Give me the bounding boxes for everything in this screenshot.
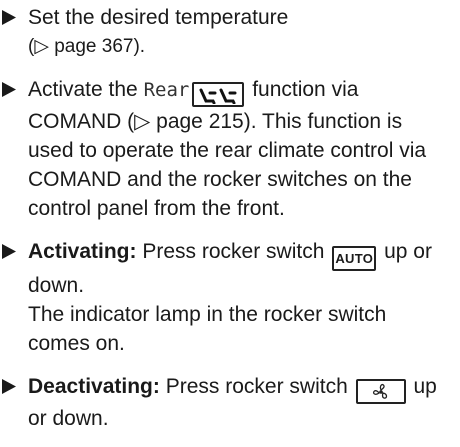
step-text-line: used to operate the rear climate control… [28,139,427,162]
step-heading: Deactivating: [28,375,160,398]
step-text: Press rocker switch [142,240,325,263]
fan-key [355,379,406,404]
rear-seats-icon [199,88,237,104]
result-text-line: comes on. [28,332,125,355]
step-text-line: COMAND (▷ page 215). This function is [28,110,403,133]
step-text: up or [384,240,432,263]
step-text-line: Activating: Press rocker switch AUTO up … [28,237,460,271]
step-text-line: Set the desired temperature [28,6,289,29]
step-text: Activate the [28,78,138,101]
step-text-line: down. [28,274,85,297]
auto-key: AUTO [332,246,377,271]
result-text-line: The indicator lamp in the rocker switch [28,303,387,326]
fan-icon [372,384,387,400]
step-text-line: control panel from the front. [28,197,285,220]
triangle-bullet-icon [2,372,22,394]
instruction-page: Set the desired temperature (▷ page 367)… [0,3,460,447]
triangle-bullet-icon [2,75,22,97]
step-text: up [413,375,437,398]
step-text: Press rocker switch [165,375,348,398]
triangle-bullet-icon [2,3,22,25]
triangle-bullet-icon [2,237,22,259]
step-text-line: Deactivating: Press rocker switch up [28,372,460,404]
page-reference: (▷ page 367). [28,36,146,57]
step-deactivating: Deactivating: Press rocker switch up or … [0,372,460,433]
rear-label: Rear [143,79,190,101]
rear-climate-key [192,82,245,107]
step-set-temperature: Set the desired temperature (▷ page 367)… [0,3,460,61]
step-activate-rear: Activate the Rear function via COMAND (▷… [0,75,460,223]
step-activating: Activating: Press rocker switch AUTO up … [0,237,460,358]
step-heading: Activating: [28,240,137,263]
step-text: function via [252,78,359,101]
step-text-line: Activate the Rear function via [28,75,460,107]
step-text-line: or down. [28,407,109,430]
step-text-line: COMAND and the rocker switches on the [28,168,412,191]
